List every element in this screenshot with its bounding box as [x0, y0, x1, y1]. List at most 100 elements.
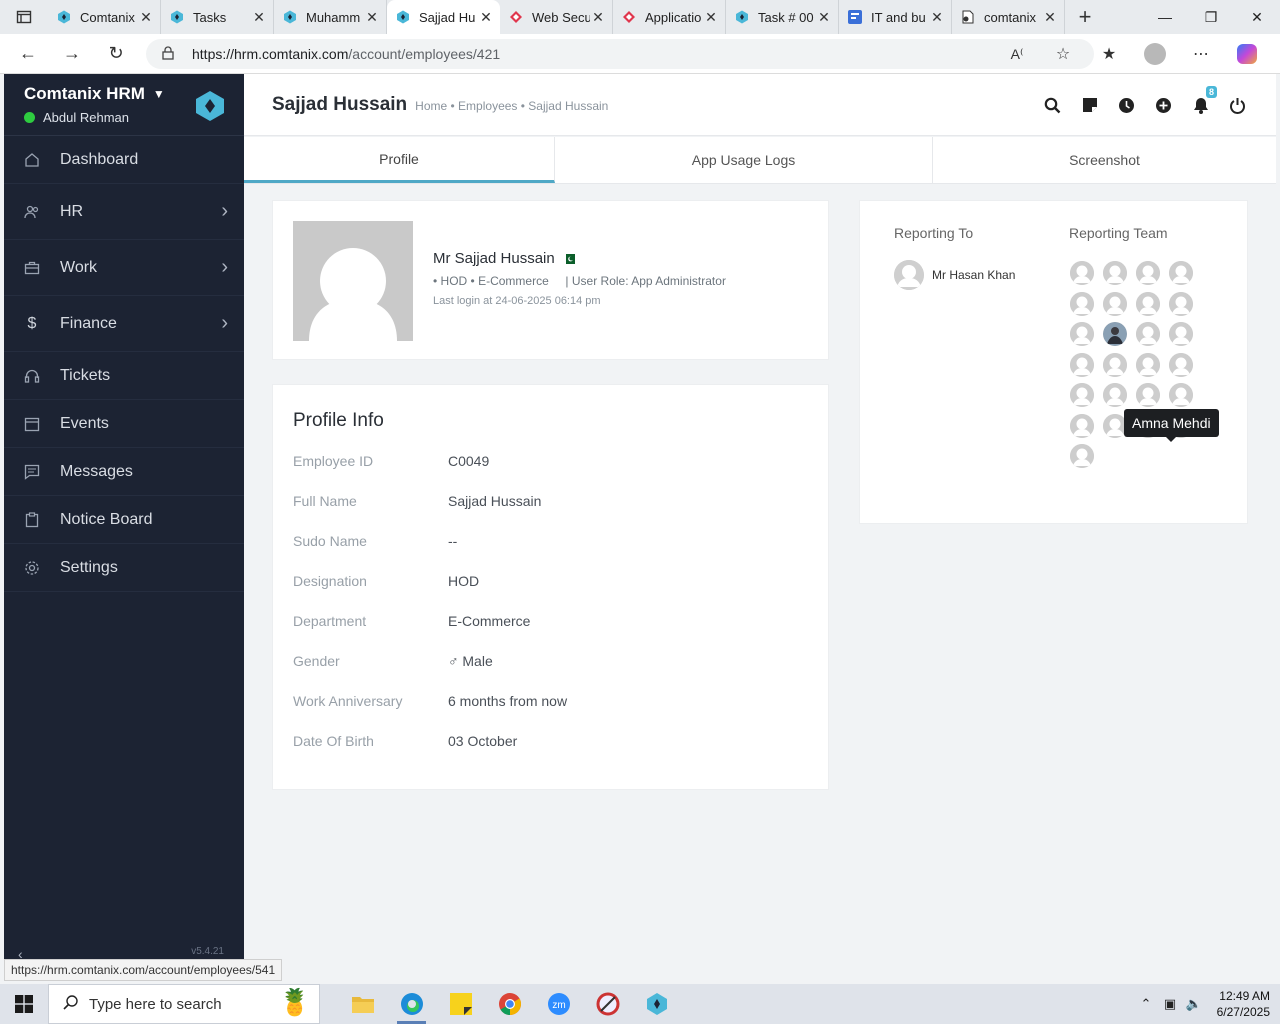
sidebar-item-settings[interactable]: Settings — [4, 544, 244, 592]
tab-profile[interactable]: Profile — [244, 137, 555, 183]
team-member-avatar[interactable] — [1103, 322, 1127, 346]
team-member-avatar[interactable] — [1070, 444, 1094, 468]
close-tab-icon[interactable]: ✕ — [478, 9, 494, 26]
close-window-button[interactable]: ✕ — [1234, 0, 1280, 34]
search-icon[interactable] — [1034, 94, 1071, 116]
team-member-avatar[interactable] — [1169, 261, 1193, 285]
team-member-avatar[interactable] — [1070, 291, 1094, 316]
power-icon[interactable] — [1219, 94, 1256, 116]
reporting-to-label: Reporting To — [894, 225, 974, 241]
team-member-avatar[interactable] — [1070, 261, 1094, 285]
tab-app-usage-logs[interactable]: App Usage Logs — [555, 137, 933, 183]
volume-icon[interactable]: 🔈 — [1182, 996, 1206, 1012]
team-member-avatar[interactable] — [1169, 291, 1193, 316]
browser-tab[interactable]: comtanix ✕ — [952, 0, 1065, 34]
team-member-avatar[interactable] — [1169, 383, 1193, 407]
close-tab-icon[interactable]: ✕ — [251, 9, 267, 26]
sticky-notes-icon[interactable] — [436, 984, 485, 1024]
team-member-avatar[interactable] — [1103, 383, 1127, 407]
browser-tab[interactable]: IT and bu ✕ — [839, 0, 952, 34]
snipping-tool-icon[interactable] — [583, 984, 632, 1024]
browser-tab-label: Sajjad Hu — [419, 9, 476, 25]
profile-avatar-icon[interactable] — [1132, 43, 1178, 65]
team-member-avatar[interactable] — [1070, 322, 1094, 346]
system-clock[interactable]: 12:49 AM 6/27/2025 — [1206, 988, 1280, 1020]
profile-info-row: Work Anniversary 6 months from now — [293, 693, 567, 709]
breadcrumb[interactable]: Home • Employees • Sajjad Hussain — [415, 99, 608, 113]
clock-time: 12:49 AM — [1219, 989, 1270, 1003]
reporting-manager[interactable]: Mr Hasan Khan — [894, 260, 1015, 290]
team-member-avatar[interactable] — [1136, 322, 1160, 346]
file-explorer-icon[interactable] — [338, 984, 387, 1024]
read-aloud-icon[interactable]: A⁽ — [994, 46, 1040, 63]
sticky-note-icon[interactable] — [1071, 94, 1108, 116]
sidebar-item-hr[interactable]: HR › — [4, 184, 244, 240]
team-member-avatar[interactable] — [1103, 261, 1127, 285]
sidebar-item-notice-board[interactable]: Notice Board — [4, 496, 244, 544]
new-tab-button[interactable]: + — [1065, 4, 1105, 30]
close-tab-icon[interactable]: ✕ — [138, 9, 154, 26]
browser-tab[interactable]: Muhamm ✕ — [274, 0, 387, 34]
browser-tab[interactable]: Tasks ✕ — [161, 0, 274, 34]
team-member-avatar[interactable] — [1103, 352, 1127, 377]
taskbar-search-input[interactable]: Type here to search 🍍 — [48, 984, 320, 1024]
tray-expand-icon[interactable]: ⌃ — [1134, 996, 1158, 1012]
tab-screenshot[interactable]: Screenshot — [933, 137, 1276, 183]
more-options-icon[interactable]: ⋯ — [1178, 44, 1224, 64]
close-tab-icon[interactable]: ✕ — [816, 9, 832, 26]
close-tab-icon[interactable]: ✕ — [590, 9, 606, 26]
team-member-avatar[interactable] — [1103, 291, 1127, 316]
close-tab-icon[interactable]: ✕ — [703, 9, 719, 26]
close-tab-icon[interactable]: ✕ — [1042, 9, 1058, 26]
team-member-avatar[interactable] — [1136, 383, 1160, 407]
sidebar-item-events[interactable]: Events — [4, 400, 244, 448]
sidebar-item-dashboard[interactable]: Dashboard — [4, 136, 244, 184]
profile-info-row: Employee ID C0049 — [293, 453, 489, 469]
sidebar-item-label: Dashboard — [60, 150, 139, 168]
team-member-avatar[interactable] — [1136, 291, 1160, 316]
close-tab-icon[interactable]: ✕ — [929, 9, 945, 26]
close-tab-icon[interactable]: ✕ — [364, 9, 380, 26]
sidebar-item-finance[interactable]: $ Finance › — [4, 296, 244, 352]
zoom-icon[interactable]: zm — [534, 984, 583, 1024]
browser-tab[interactable]: Web Secu ✕ — [500, 0, 613, 34]
comtanix-icon — [282, 9, 298, 25]
profile-info-label: Gender — [293, 653, 340, 669]
sidebar-item-tickets[interactable]: Tickets — [4, 352, 244, 400]
browser-tab[interactable]: Applicatio ✕ — [613, 0, 726, 34]
clock-icon[interactable] — [1108, 94, 1145, 116]
restore-button[interactable]: ❐ — [1188, 0, 1234, 34]
copilot-icon[interactable] — [1224, 44, 1270, 64]
edge-browser-icon[interactable] — [387, 984, 436, 1024]
network-icon[interactable]: ▣ — [1158, 996, 1182, 1012]
chevron-right-icon: › — [221, 200, 228, 222]
add-icon[interactable] — [1145, 94, 1182, 116]
sidebar-item-messages[interactable]: Messages — [4, 448, 244, 496]
sidebar-item-work[interactable]: Work › — [4, 240, 244, 296]
chrome-icon[interactable] — [485, 984, 534, 1024]
comtanix-app-icon[interactable] — [632, 984, 681, 1024]
minimize-button[interactable]: — — [1142, 0, 1188, 34]
team-member-avatar[interactable] — [1169, 322, 1193, 346]
url-field[interactable]: https://hrm.comtanix.com/account/employe… — [146, 39, 1094, 69]
team-member-avatar[interactable] — [1136, 261, 1160, 285]
browser-tab[interactable]: Comtanix ✕ — [48, 0, 161, 34]
team-member-avatar[interactable] — [1169, 352, 1193, 377]
team-member-avatar[interactable] — [1070, 352, 1094, 377]
team-member-avatar[interactable] — [1136, 352, 1160, 377]
sidebar-item-label: Settings — [60, 558, 118, 576]
back-button[interactable]: ← — [6, 34, 50, 74]
reload-button[interactable]: ↻ — [94, 34, 138, 74]
forward-button[interactable]: → — [50, 34, 94, 74]
favorite-star-icon[interactable]: ☆ — [1040, 44, 1086, 64]
browser-tab[interactable]: Task # 00 ✕ — [726, 0, 839, 34]
lock-icon — [162, 45, 180, 63]
team-member-avatar[interactable] — [1070, 383, 1094, 407]
browser-tab[interactable]: Sajjad Hu ✕ — [387, 0, 500, 34]
notification-bell-icon[interactable]: 8 — [1182, 86, 1219, 116]
team-member-avatar[interactable] — [1070, 413, 1094, 438]
favorites-icon[interactable]: ★ — [1086, 44, 1132, 64]
windows-start-icon[interactable] — [0, 984, 48, 1024]
avatar — [894, 260, 924, 290]
tab-actions-icon[interactable] — [0, 0, 48, 34]
